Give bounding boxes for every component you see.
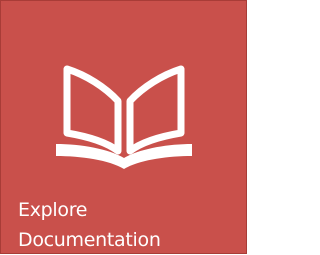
book-left-page xyxy=(63,65,122,155)
explore-documentation-tile[interactable]: Explore Documentation xyxy=(0,0,247,254)
tile-label: Explore Documentation xyxy=(18,195,238,255)
book-right-page xyxy=(126,65,185,155)
tile-label-line-2: Documentation xyxy=(18,229,161,251)
book-cover xyxy=(56,144,192,169)
tile-label-line-1: Explore xyxy=(18,199,88,221)
